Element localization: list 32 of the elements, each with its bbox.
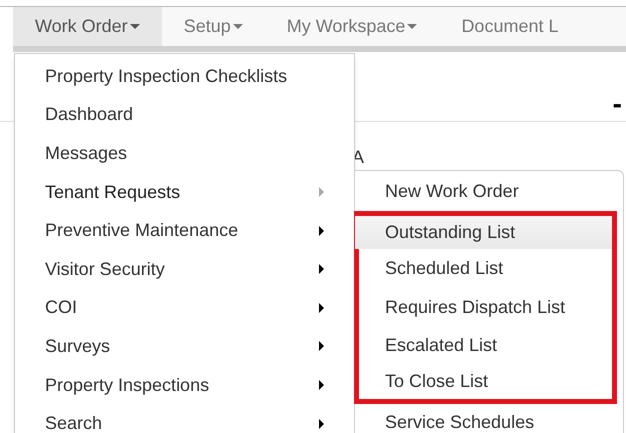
caret-icon xyxy=(232,24,243,30)
submenu-arrow-icon xyxy=(319,302,324,313)
submenu-item[interactable]: Escalated List xyxy=(355,326,612,365)
heading-text: - xyxy=(612,90,622,121)
submenu-item[interactable]: Requires Dispatch List xyxy=(355,288,612,326)
submenu-item[interactable]: Scheduled List xyxy=(355,249,612,288)
menu-item[interactable]: Search xyxy=(15,404,354,433)
submenu-arrow-icon xyxy=(319,341,324,352)
caret-icon xyxy=(407,24,418,30)
submenu-item[interactable]: New Work Order xyxy=(355,172,623,211)
nav-menu[interactable]: My Workspace xyxy=(264,7,440,46)
nav-menu[interactable]: Work Order xyxy=(13,7,162,46)
submenu-item[interactable]: Service Schedules xyxy=(355,404,623,433)
submenu-arrow-icon xyxy=(319,226,324,236)
menu-item[interactable]: COI xyxy=(15,288,354,328)
submenu-arrow-icon xyxy=(319,187,324,198)
menu-item[interactable]: Property Inspection Checklists xyxy=(15,57,354,96)
submenu-item[interactable]: To Close List xyxy=(355,364,612,399)
menu-item[interactable]: Messages xyxy=(15,134,354,173)
submenu-arrow-icon xyxy=(319,264,324,274)
menu-item[interactable]: Surveys xyxy=(15,327,354,366)
submenu-arrow-icon xyxy=(319,380,324,390)
menu-item[interactable]: Dashboard xyxy=(15,96,354,134)
nav-menu[interactable]: Setup xyxy=(162,7,265,46)
menu-item[interactable]: Property Inspections xyxy=(15,366,354,404)
menu-item[interactable]: Visitor Security xyxy=(15,250,354,289)
menu-item[interactable]: Preventive Maintenance xyxy=(15,211,354,250)
caret-icon xyxy=(130,24,140,30)
menu-item[interactable]: Tenant Requests xyxy=(15,172,354,212)
submenu-item[interactable]: Outstanding List xyxy=(355,216,612,250)
submenu-arrow-icon xyxy=(319,418,324,429)
nav-menu[interactable]: Document L xyxy=(439,7,580,46)
